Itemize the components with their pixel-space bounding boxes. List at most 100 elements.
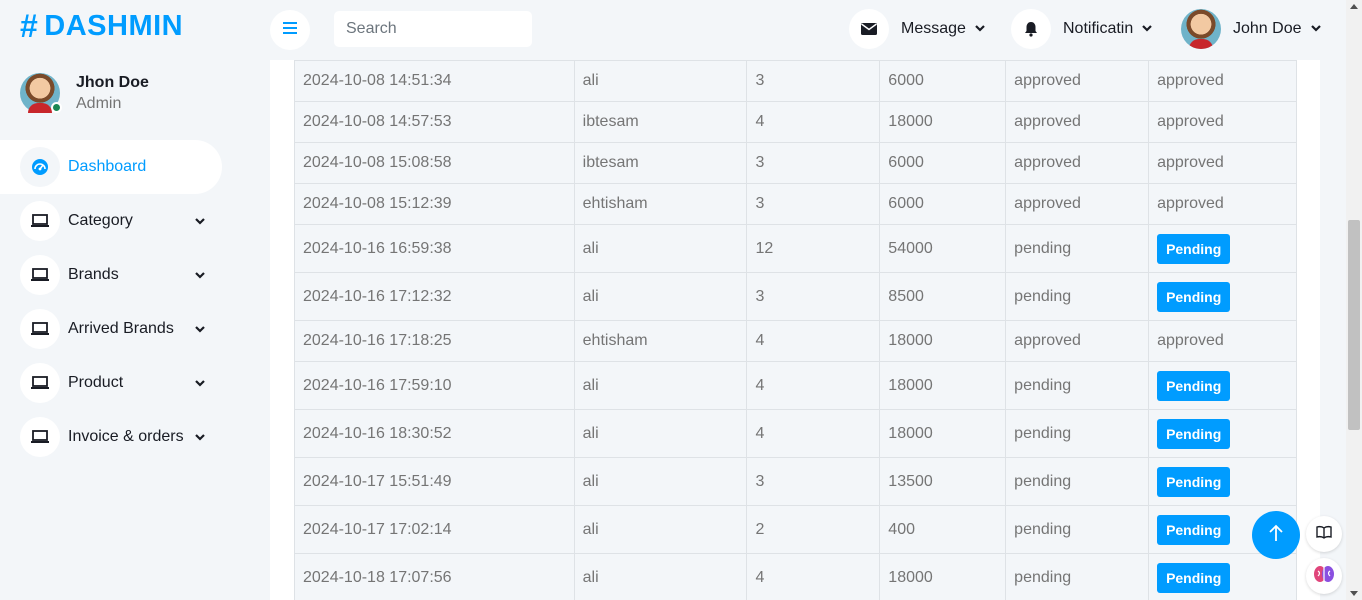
- amount-cell: 8500: [879, 272, 1007, 321]
- quantity-cell: 3: [746, 457, 881, 506]
- sidebar-item-category[interactable]: Category: [0, 194, 246, 248]
- table-row: 2024-10-16 17:18:25 ehtisham 4 18000 approve…: [294, 320, 1297, 362]
- pending-button[interactable]: Pending: [1157, 514, 1231, 545]
- assistant-button[interactable]: [1306, 558, 1342, 594]
- message-dropdown[interactable]: Message: [849, 9, 986, 49]
- laptop-icon: [20, 255, 60, 295]
- status-cell: approved: [1005, 60, 1150, 102]
- customer-cell: ali: [573, 553, 748, 600]
- table-row: 2024-10-16 18:30:52 ali 4 18000 pending Pendi…: [294, 409, 1297, 458]
- chevron-down-icon: [974, 20, 986, 38]
- user-dropdown[interactable]: John Doe: [1181, 9, 1322, 49]
- chevron-down-icon: [194, 213, 206, 231]
- table-row: 2024-10-08 15:08:58 ibtesam 3 6000 approved a…: [294, 142, 1297, 184]
- amount-cell: 6000: [879, 183, 1007, 225]
- brand-logo[interactable]: # DASHMIN: [20, 8, 183, 45]
- sidebar-profile: Jhon Doe Admin: [20, 73, 149, 113]
- book-icon: [1316, 525, 1332, 544]
- status-cell: pending: [1005, 409, 1150, 458]
- status-cell: approved: [1005, 142, 1150, 184]
- pending-button[interactable]: Pending: [1157, 281, 1231, 312]
- pending-button[interactable]: Pending: [1157, 466, 1231, 497]
- amount-cell: 18000: [879, 361, 1007, 410]
- sidebar-item-arrived-brands[interactable]: Arrived Brands: [0, 302, 246, 356]
- sidebar-nav: Dashboard Category Brands Arrived Brands: [0, 140, 246, 464]
- quantity-cell: 4: [746, 101, 881, 143]
- action-cell: Pending: [1148, 409, 1297, 458]
- status-cell: pending: [1005, 272, 1150, 321]
- order-date-cell: 2024-10-16 16:59:38: [294, 224, 575, 273]
- status-cell: pending: [1005, 553, 1150, 600]
- customer-cell: ali: [573, 361, 748, 410]
- sidebar-item-invoice-orders[interactable]: Invoice & orders: [0, 410, 246, 464]
- laptop-icon: [20, 363, 60, 403]
- order-date-cell: 2024-10-16 18:30:52: [294, 409, 575, 458]
- table-row: 2024-10-17 17:02:14 ali 2 400 pending Pending: [294, 505, 1297, 554]
- quantity-cell: 3: [746, 183, 881, 225]
- scrollbar-thumb[interactable]: [1348, 220, 1360, 430]
- amount-cell: 18000: [879, 553, 1007, 600]
- sidebar-item-brands[interactable]: Brands: [0, 248, 246, 302]
- sidebar-item-dashboard[interactable]: Dashboard: [0, 140, 222, 194]
- pending-button[interactable]: Pending: [1157, 418, 1231, 449]
- customer-cell: ali: [573, 505, 748, 554]
- profile-name: Jhon Doe: [76, 73, 149, 91]
- topbar: Message Notificatin John Doe: [246, 0, 1346, 60]
- status-cell: pending: [1005, 224, 1150, 273]
- action-cell: approved: [1148, 101, 1297, 143]
- laptop-icon: [20, 201, 60, 241]
- sidebar-item-product[interactable]: Product: [0, 356, 246, 410]
- laptop-icon: [20, 417, 60, 457]
- chevron-down-icon: [1141, 20, 1153, 38]
- envelope-icon: [849, 9, 889, 49]
- order-date-cell: 2024-10-17 17:02:14: [294, 505, 575, 554]
- amount-cell: 400: [879, 505, 1007, 554]
- quantity-cell: 2: [746, 505, 881, 554]
- action-cell: approved: [1148, 183, 1297, 225]
- scroll-up-arrow-icon[interactable]: [1350, 4, 1358, 9]
- sidebar-item-label: Invoice & orders: [68, 428, 184, 445]
- quantity-cell: 12: [746, 224, 881, 273]
- back-to-top-button[interactable]: [1252, 511, 1300, 559]
- status-cell: approved: [1005, 101, 1150, 143]
- order-date-cell: 2024-10-08 15:12:39: [294, 183, 575, 225]
- search-input[interactable]: [334, 11, 532, 47]
- sidebar-item-label: Arrived Brands: [68, 320, 174, 337]
- reader-button[interactable]: [1306, 516, 1342, 552]
- action-cell: Pending: [1148, 224, 1297, 273]
- dashboard-gauge-icon: [20, 147, 60, 187]
- pending-button[interactable]: Pending: [1157, 233, 1231, 264]
- notification-dropdown[interactable]: Notificatin: [1011, 9, 1153, 49]
- amount-cell: 6000: [879, 60, 1007, 102]
- order-date-cell: 2024-10-17 15:51:49: [294, 457, 575, 506]
- sidebar-toggle-button[interactable]: [270, 10, 310, 50]
- sidebar-item-label: Product: [68, 374, 124, 391]
- arrow-up-icon: [1268, 524, 1284, 547]
- sidebar-item-label: Category: [68, 212, 133, 229]
- pending-button[interactable]: Pending: [1157, 562, 1231, 593]
- notification-label: Notificatin: [1063, 20, 1134, 37]
- order-date-cell: 2024-10-16 17:59:10: [294, 361, 575, 410]
- user-name: John Doe: [1233, 20, 1302, 37]
- pending-button[interactable]: Pending: [1157, 370, 1231, 401]
- table-row: 2024-10-16 17:12:32 ali 3 8500 pending Pendin…: [294, 272, 1297, 321]
- quantity-cell: 4: [746, 553, 881, 600]
- action-cell: Pending: [1148, 457, 1297, 506]
- avatar: [1181, 9, 1221, 49]
- amount-cell: 18000: [879, 101, 1007, 143]
- brain-icon: [1313, 564, 1335, 589]
- avatar: [20, 73, 62, 113]
- customer-cell: ehtisham: [573, 183, 748, 225]
- sidebar-item-label: Brands: [68, 266, 119, 283]
- amount-cell: 18000: [879, 409, 1007, 458]
- customer-cell: ali: [573, 224, 748, 273]
- scroll-down-arrow-icon[interactable]: [1350, 591, 1358, 596]
- customer-cell: ibtesam: [573, 101, 748, 143]
- chevron-down-icon: [194, 375, 206, 393]
- table-row: 2024-10-08 15:12:39 ehtisham 3 6000 approved…: [294, 183, 1297, 225]
- table-row: 2024-10-16 17:59:10 ali 4 18000 pending Pendi…: [294, 361, 1297, 410]
- quantity-cell: 3: [746, 272, 881, 321]
- customer-cell: ehtisham: [573, 320, 748, 362]
- customer-cell: ali: [573, 60, 748, 102]
- chevron-down-icon: [194, 267, 206, 285]
